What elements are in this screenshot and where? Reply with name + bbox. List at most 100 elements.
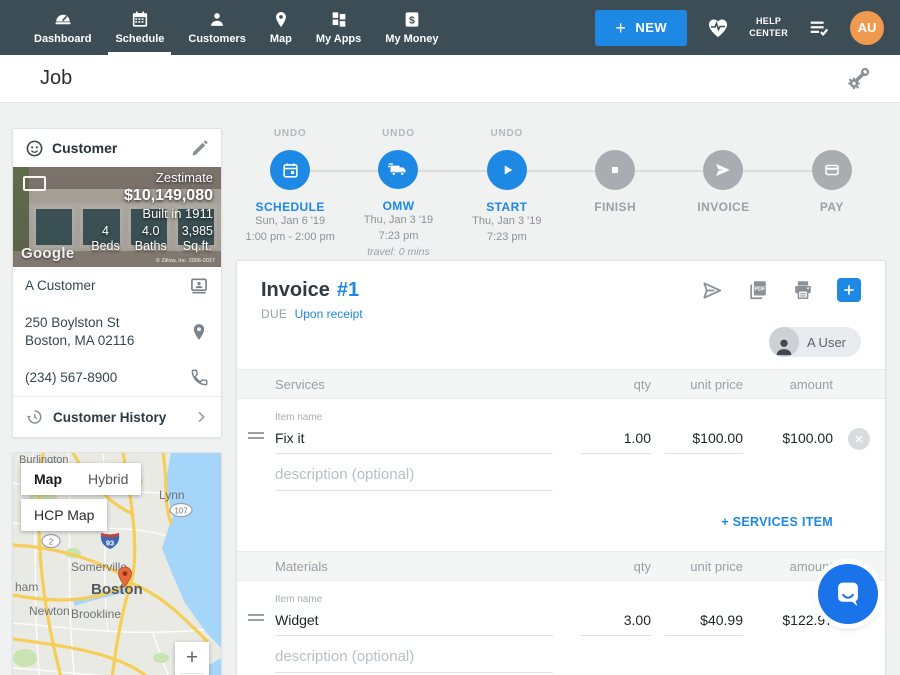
chat-fab-button[interactable]	[818, 564, 878, 624]
qty-input[interactable]	[581, 612, 651, 636]
pipeline-step-finish[interactable]: FINISH	[561, 128, 669, 260]
edit-pencil-icon[interactable]	[191, 139, 209, 157]
finish-step-circle[interactable]	[595, 150, 635, 190]
help-center-link[interactable]: HELP CENTER	[749, 16, 788, 39]
customer-address-row[interactable]: 250 Boylston St Boston, MA 02116	[13, 305, 221, 359]
job-settings-wrench-gear-icon[interactable]	[846, 67, 870, 91]
start-step-circle[interactable]	[487, 150, 527, 190]
omw-step-circle[interactable]	[378, 150, 418, 189]
add-invoice-button[interactable]	[837, 278, 861, 302]
materials-section-header: Materials qty unit price amount	[237, 551, 885, 581]
health-heart-icon[interactable]	[705, 16, 731, 40]
step-time: 1:00 pm - 2:00 pm	[246, 230, 335, 246]
assignee-chip[interactable]: A User	[769, 327, 861, 357]
customer-name-row[interactable]: A Customer	[13, 267, 221, 305]
stat-baths: 4.0 Baths	[135, 224, 167, 255]
undo-link[interactable]: UNDO	[382, 128, 415, 141]
step-date: Thu, Jan 3 '19	[472, 214, 541, 230]
section-name: Materials	[275, 559, 567, 574]
map-type-hybrid-button[interactable]: Hybrid	[75, 463, 141, 495]
nav-item-customers[interactable]: Customers	[176, 0, 257, 55]
page-titlebar: Job	[0, 55, 900, 103]
customer-name: A Customer	[25, 277, 96, 295]
panorama-icon	[23, 176, 46, 191]
qty-input[interactable]	[581, 430, 651, 454]
location-pin-icon	[189, 322, 209, 342]
pipeline-step-start[interactable]: UNDO START Thu, Jan 3 '19 7:23 pm	[453, 128, 561, 260]
nav-item-map[interactable]: Map	[258, 0, 304, 55]
item-name-input[interactable]	[275, 612, 553, 636]
undo-link[interactable]: UNDO	[490, 128, 523, 141]
svg-text:PDF: PDF	[754, 286, 766, 292]
schedule-step-circle[interactable]	[270, 150, 310, 190]
unit-price-input[interactable]	[665, 430, 743, 454]
map-type-toggle: Map Hybrid	[21, 463, 141, 495]
property-photo[interactable]: Zestimate $10,149,080 Built in 1911 4 Be…	[13, 167, 221, 267]
due-value-link[interactable]: Upon receipt	[295, 307, 363, 321]
pipeline-step-omw[interactable]: UNDO OMW Thu, Jan 3 '19 7:23 pm travel: …	[344, 128, 452, 260]
map-type-map-button[interactable]: Map	[21, 463, 75, 495]
undo-link[interactable]: UNDO	[274, 128, 307, 141]
person-icon	[206, 10, 228, 29]
invoice-step-circle[interactable]	[703, 150, 743, 190]
nav-item-my-money[interactable]: $ My Money	[373, 0, 450, 55]
phone-icon	[190, 368, 209, 387]
invoice-number[interactable]: #1	[337, 279, 359, 302]
pay-step-circle[interactable]	[812, 150, 852, 190]
stop-icon	[607, 162, 623, 178]
plus-icon: +	[615, 19, 626, 37]
pipeline-step-invoice[interactable]: INVOICE	[669, 128, 777, 260]
item-name-input[interactable]	[275, 430, 553, 454]
customer-history-row[interactable]: Customer History	[13, 396, 221, 437]
description-input[interactable]	[275, 648, 553, 673]
remove-item-button[interactable]	[848, 428, 870, 450]
pdf-icon[interactable]: PDF	[747, 279, 769, 301]
step-date: Sun, Jan 6 '19	[255, 214, 325, 230]
drag-handle[interactable]	[248, 611, 264, 624]
map-label-lynn: Lynn	[159, 488, 185, 502]
customer-card-title: Customer	[52, 140, 117, 156]
invoice-actions: PDF	[701, 278, 861, 302]
send-invoice-icon[interactable]	[701, 279, 724, 302]
send-icon	[714, 161, 732, 179]
content-area: Customer Zestimate $10,149,080 Built in …	[0, 103, 900, 675]
plus-icon	[842, 283, 856, 297]
zestimate-value: $10,149,080	[91, 186, 213, 206]
pipeline-step-schedule[interactable]: UNDO SCHEDULE Sun, Jan 6 '19 1:00 pm - 2…	[236, 128, 344, 260]
section-name: Services	[275, 377, 567, 392]
add-services-item-link[interactable]: + SERVICES ITEM	[721, 515, 833, 529]
new-button[interactable]: + NEW	[595, 10, 687, 46]
user-avatar[interactable]: AU	[850, 11, 884, 45]
help-line1: HELP	[749, 16, 788, 28]
description-input[interactable]	[275, 466, 553, 491]
map-widget[interactable]: Burlington Lynn Somerville ham Newton Br…	[12, 452, 222, 675]
history-clock-icon	[25, 408, 43, 426]
hcp-map-button[interactable]: HCP Map	[21, 499, 107, 531]
nav-item-schedule[interactable]: Schedule	[103, 0, 176, 55]
map-zoom-in-button[interactable]: +	[175, 642, 209, 673]
pipeline-step-pay[interactable]: PAY	[778, 128, 886, 260]
nav-item-dashboard[interactable]: Dashboard	[22, 0, 103, 55]
line-amount: $122.97	[743, 612, 833, 636]
invoice-card: Invoice #1 PDF DUE Upon receipt	[236, 260, 886, 675]
checklist-icon[interactable]	[806, 17, 832, 39]
svg-text:107: 107	[174, 507, 188, 516]
material-line-item: Item name $122.97	[237, 581, 885, 636]
nav-item-my-apps[interactable]: My Apps	[304, 0, 373, 55]
left-column: Customer Zestimate $10,149,080 Built in …	[12, 128, 222, 675]
step-label: OMW	[383, 199, 415, 213]
contact-card-icon	[189, 276, 209, 296]
zestimate-overlay: Zestimate $10,149,080 Built in 1911 4 Be…	[91, 170, 213, 255]
unit-price-input[interactable]	[665, 612, 743, 636]
print-icon[interactable]	[792, 279, 814, 301]
drag-handle[interactable]	[248, 429, 264, 442]
svg-text:2: 2	[49, 538, 54, 547]
nav-label: Dashboard	[34, 33, 91, 45]
nav-label: My Money	[385, 33, 438, 45]
customer-phone-row[interactable]: (234) 567-8900	[13, 359, 221, 396]
services-section-header: Services qty unit price amount	[237, 369, 885, 399]
invoice-header: Invoice #1 PDF DUE Upon receipt	[237, 261, 885, 321]
service-line-item: Item name $100.00	[237, 399, 885, 454]
main-nav: Dashboard Schedule Customers Map My Apps…	[22, 0, 450, 55]
new-button-label: NEW	[635, 20, 667, 35]
